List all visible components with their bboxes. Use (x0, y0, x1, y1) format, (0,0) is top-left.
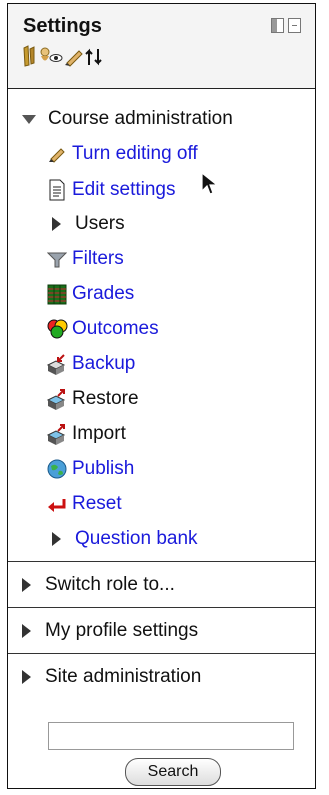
reset-arrow-icon (46, 493, 68, 515)
settings-block: Settings Course administration Turn edit… (7, 3, 316, 789)
block-toolbar (20, 44, 103, 72)
move-icon[interactable] (20, 44, 38, 72)
course-admin-item-question-bank[interactable]: Question bank (52, 523, 198, 555)
expand-arrow-icon (22, 578, 31, 592)
show-hide-icon[interactable] (39, 45, 63, 72)
expand-arrow-icon (52, 217, 61, 231)
import-box-icon (46, 423, 68, 445)
section-site-administration[interactable]: Site administration (22, 661, 201, 693)
expand-arrow-icon (22, 624, 31, 638)
search-button[interactable]: Search (125, 758, 221, 786)
section-divider (8, 653, 315, 654)
backup-box-icon (46, 353, 68, 375)
admin-search-input[interactable] (48, 722, 294, 750)
course-admin-item-restore[interactable]: Restore (46, 383, 139, 415)
course-admin-item-edit-settings[interactable]: Edit settings (46, 174, 176, 206)
publish-globe-icon (46, 458, 68, 480)
block-header: Settings (8, 4, 315, 89)
section-divider (8, 607, 315, 608)
course-admin-item-reset[interactable]: Reset (46, 488, 122, 520)
collapse-arrow-icon (22, 114, 36, 124)
course-admin-item-filters[interactable]: Filters (46, 243, 124, 275)
course-admin-item-turn-editing-off[interactable]: Turn editing off (46, 138, 198, 170)
expand-arrow-icon (52, 532, 61, 546)
course-admin-item-users[interactable]: Users (52, 208, 125, 240)
funnel-icon (46, 248, 68, 270)
course-admin-item-backup[interactable]: Backup (46, 348, 135, 380)
document-icon (46, 179, 68, 201)
grades-table-icon (46, 283, 68, 305)
course-admin-item-grades[interactable]: Grades (46, 278, 134, 310)
section-my-profile-settings[interactable]: My profile settings (22, 615, 198, 647)
edit-icon[interactable] (64, 45, 84, 72)
pencil-icon (46, 143, 68, 165)
section-switch-role[interactable]: Switch role to... (22, 569, 175, 601)
mouse-pointer-icon (201, 171, 219, 203)
course-admin-toggle[interactable]: Course administration (22, 103, 233, 135)
expand-arrow-icon (22, 670, 31, 684)
section-divider (8, 561, 315, 562)
course-admin-item-publish[interactable]: Publish (46, 453, 134, 485)
dock-toggle-icon[interactable] (271, 18, 301, 34)
course-admin-item-import[interactable]: Import (46, 418, 126, 450)
block-title: Settings (23, 15, 102, 37)
permissions-icon[interactable] (85, 45, 103, 72)
outcomes-circles-icon (46, 318, 68, 340)
restore-box-icon (46, 388, 68, 410)
course-admin-item-outcomes[interactable]: Outcomes (46, 313, 159, 345)
